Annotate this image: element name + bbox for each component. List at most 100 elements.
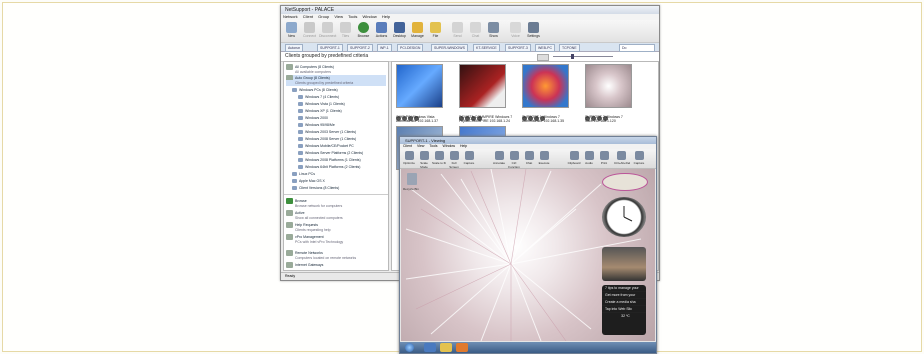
connect-button[interactable]: Connect bbox=[301, 22, 318, 38]
scale-mode-button[interactable]: Scale Mode bbox=[417, 151, 431, 169]
new-icon bbox=[286, 22, 297, 33]
remote-menu-view[interactable]: View bbox=[417, 144, 425, 148]
ie-taskbar-icon[interactable] bbox=[424, 343, 436, 352]
ctrl-function-button[interactable]: Ctrl Function bbox=[507, 151, 521, 169]
client-thumbnail-1[interactable] bbox=[396, 64, 443, 108]
remote-menu-tools[interactable]: Tools bbox=[429, 144, 437, 148]
menu-client[interactable]: Client bbox=[303, 14, 313, 19]
clipboard-button[interactable]: Clipboard bbox=[567, 151, 581, 165]
menu-group[interactable]: Group bbox=[318, 14, 329, 19]
connect-icon bbox=[304, 22, 315, 33]
tree-linux-pcs[interactable]: Linux PCs bbox=[292, 171, 315, 177]
tab-kt-service[interactable]: KT-SERVICE bbox=[473, 44, 500, 52]
tree-apple-mac[interactable]: Apple Mac OS X bbox=[292, 178, 325, 184]
file-button[interactable]: File bbox=[427, 22, 444, 38]
scale-to-fit-button[interactable]: Scale to fit bbox=[432, 151, 446, 165]
client-3-info: SUPPORT-1 Windows 7 Administrator 192.168… bbox=[522, 115, 565, 123]
media-taskbar-icon[interactable] bbox=[456, 343, 468, 352]
zoom-slider[interactable] bbox=[553, 56, 613, 57]
remote-taskbar bbox=[400, 342, 656, 353]
tab-autorun[interactable]: Autorun bbox=[285, 44, 304, 52]
client-thumbnail-4[interactable] bbox=[585, 64, 632, 108]
remote-window-title: SUPPORT-1 - Viewing bbox=[400, 137, 656, 144]
remote-menu-client[interactable]: Client bbox=[403, 144, 412, 148]
execute-button[interactable]: Execute bbox=[537, 151, 551, 165]
tab-pci-design[interactable]: PCI-DESIGN bbox=[397, 44, 424, 52]
menu-window[interactable]: Window bbox=[363, 14, 377, 19]
capture-button[interactable]: Capture bbox=[462, 151, 476, 165]
windows-icon bbox=[298, 95, 303, 100]
capture-2-button[interactable]: Capture bbox=[632, 151, 646, 165]
tree-client-versions[interactable]: Client Versions (8 Clients) bbox=[292, 185, 339, 191]
clock-gadget[interactable] bbox=[602, 197, 646, 237]
remote-view-window: SUPPORT-1 - Viewing Client View Tools Wi… bbox=[399, 136, 657, 354]
tab-support-3[interactable]: SUPPORT-3 bbox=[505, 44, 531, 52]
tree-64bit-platforms[interactable]: Windows 64bit Platforms (2 Clients) bbox=[298, 164, 360, 170]
tab-support-2[interactable]: SUPPORT-2 bbox=[347, 44, 373, 52]
tab-web-pc[interactable]: WEB-PC bbox=[535, 44, 555, 52]
desktop-button[interactable]: Desktop bbox=[391, 22, 408, 38]
tree-windows-95[interactable]: Windows 95/98/Me bbox=[298, 122, 335, 128]
remote-menu-window[interactable]: Window bbox=[443, 144, 455, 148]
view-toggle-icon[interactable] bbox=[537, 54, 549, 61]
explorer-taskbar-icon[interactable] bbox=[440, 343, 452, 352]
optimize-icon bbox=[404, 151, 414, 160]
browse-button[interactable]: Browse bbox=[355, 22, 372, 38]
audio-button[interactable]: Audio bbox=[582, 151, 596, 165]
manage-button[interactable]: Manage bbox=[409, 22, 426, 38]
recycle-bin-icon[interactable] bbox=[407, 173, 417, 185]
menu-network[interactable]: Network bbox=[283, 14, 298, 19]
menu-view[interactable]: View bbox=[334, 14, 343, 19]
temp-readout: 32 ºC bbox=[621, 314, 630, 318]
chat-button[interactable]: Chat bbox=[522, 151, 536, 165]
chat-button[interactable]: Chat bbox=[467, 22, 484, 38]
tab-wp-1[interactable]: WP-1 bbox=[377, 44, 392, 52]
actions-button[interactable]: Actions bbox=[373, 22, 390, 38]
tab-tcpone[interactable]: TCPONE bbox=[559, 44, 580, 52]
menu-help[interactable]: Help bbox=[382, 14, 390, 19]
client-thumbnail-3[interactable] bbox=[522, 64, 569, 108]
headline-1[interactable]: 7 tips to manage your bbox=[602, 285, 646, 292]
disconnect-button[interactable]: Disconnect bbox=[319, 22, 336, 38]
menu-tools[interactable]: Tools bbox=[348, 14, 357, 19]
settings-button[interactable]: Settings bbox=[525, 22, 542, 38]
print-button[interactable]: Print bbox=[597, 151, 611, 165]
new-button[interactable]: New bbox=[283, 22, 300, 38]
tree-windows-7[interactable]: Windows 7 (4 Clients) bbox=[298, 94, 339, 100]
voice-button[interactable]: Voice bbox=[507, 22, 524, 38]
tree-windows-pcs[interactable]: Windows PCs (8 Clients) bbox=[292, 87, 338, 93]
tree-2008-platforms[interactable]: Windows 2008 Platforms (1 Clients) bbox=[298, 157, 361, 163]
tab-super-windows[interactable]: SUPER-WINDOWS bbox=[431, 44, 468, 52]
headline-2[interactable]: Get more from your bbox=[602, 292, 646, 299]
apple-icon bbox=[292, 179, 297, 184]
tree-server-platforms[interactable]: Windows Server Platforms (2 Clients) bbox=[298, 150, 363, 156]
cpu-meter-gadget[interactable] bbox=[602, 173, 648, 191]
slideshow-gadget[interactable] bbox=[602, 247, 646, 281]
start-button[interactable] bbox=[405, 343, 414, 352]
annotate-button[interactable]: Annotate bbox=[492, 151, 506, 165]
headline-4[interactable]: Tap into Web Slic bbox=[602, 306, 646, 313]
group-tree: All Computers (8 Clients) All available … bbox=[283, 61, 389, 271]
ctrl-alt-del-button[interactable]: Ctrl+Alt+Del bbox=[614, 151, 630, 165]
tab-support-1[interactable]: SUPPORT-1 bbox=[317, 44, 343, 52]
zoom-slider-thumb[interactable] bbox=[571, 54, 574, 59]
send-button[interactable]: Send bbox=[449, 22, 466, 38]
full-screen-button[interactable]: Full Screen bbox=[447, 151, 461, 169]
main-toolbar: New Connect Disconnect Tiles Browse Acti… bbox=[281, 20, 659, 43]
remote-desktop[interactable]: Recycle Bin 7 tips to manage your Get mo… bbox=[401, 169, 655, 341]
show-button[interactable]: Show bbox=[485, 22, 502, 38]
tree-windows-xp[interactable]: Windows XP (1 Clients) bbox=[298, 108, 342, 114]
tree-windows-2008[interactable]: Windows 2008 Server (1 Clients) bbox=[298, 136, 356, 142]
optimize-button[interactable]: Optimize bbox=[402, 151, 416, 165]
search-input[interactable]: Do bbox=[619, 44, 655, 52]
tree-windows-mobile[interactable]: Windows Mobile/CE/Pocket PC bbox=[298, 143, 354, 149]
client-thumbnail-2[interactable] bbox=[459, 64, 506, 108]
tree-windows-2000[interactable]: Windows 2000 bbox=[298, 115, 328, 121]
tree-internet-gateways[interactable]: Internet Gateways bbox=[286, 262, 323, 269]
remote-menu-help[interactable]: Help bbox=[460, 144, 467, 148]
headline-3[interactable]: Create a media sha bbox=[602, 299, 646, 306]
tiles-button[interactable]: Tiles bbox=[337, 22, 354, 38]
tree-windows-vista[interactable]: Windows Vista (1 Clients) bbox=[298, 101, 345, 107]
tree-windows-2003[interactable]: Windows 2003 Server (1 Clients) bbox=[298, 129, 356, 135]
show-icon bbox=[488, 22, 499, 33]
